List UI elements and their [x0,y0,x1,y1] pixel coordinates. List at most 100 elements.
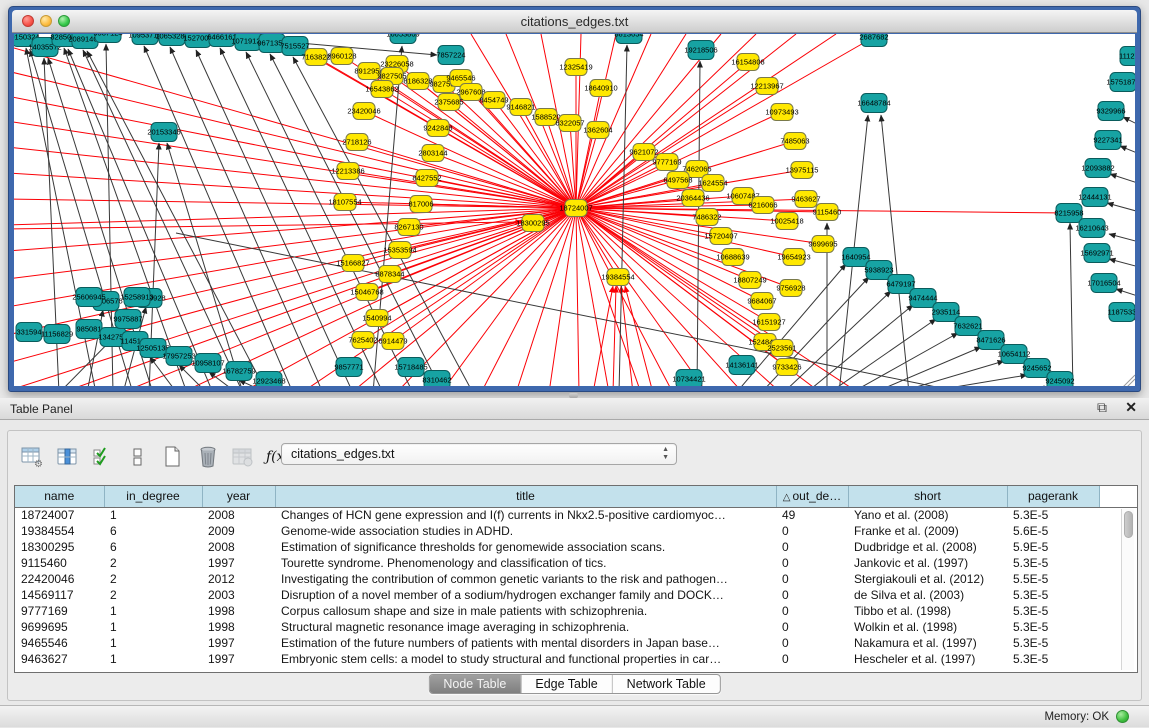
network-node[interactable]: 9756928 [776,280,805,297]
float-window-icon[interactable]: ⧉ [1097,399,1107,416]
tab-node-table[interactable]: Node Table [429,675,520,693]
network-node[interactable]: 8878344 [375,266,404,283]
network-canvas[interactable]: 9150324140355728285041208914069537124109… [14,34,1135,386]
column-header-in_degree[interactable]: in_degree [104,486,202,507]
network-node[interactable]: 6914479 [378,333,407,350]
network-node[interactable]: 1112753 [1119,47,1135,66]
new-document-button[interactable] [160,444,186,470]
table-row[interactable]: 1456911722003Disruption of a novel membe… [15,587,1138,603]
table-row[interactable]: 946362711997Embryonic stem cells: a mode… [15,651,1138,667]
network-node[interactable]: 8186328 [403,73,432,90]
network-window-titlebar[interactable]: citations_edges.txt [12,10,1137,33]
network-node[interactable]: 6322057 [555,115,584,132]
network-node[interactable]: 8310462 [422,371,451,387]
column-header-pagerank[interactable]: pagerank [1007,486,1099,507]
column-header-short[interactable]: short [848,486,1007,507]
table-select-dropdown[interactable]: citations_edges.txt ▲▼ [281,443,677,465]
delete-trash-button[interactable] [195,444,221,470]
network-node[interactable]: 7486322 [692,209,721,226]
network-node[interactable]: 15751874 [1106,73,1135,92]
table-row[interactable]: 977716911998Corpus callosum shape and si… [15,603,1138,619]
tab-edge-table[interactable]: Edge Table [520,675,611,693]
close-icon[interactable]: ✕ [1125,399,1137,416]
tab-network-table[interactable]: Network Table [612,675,720,693]
scrollbar-thumb[interactable] [1124,511,1133,538]
network-node[interactable]: 6497568 [663,172,692,189]
network-node[interactable]: 23420046 [347,103,380,120]
network-node[interactable]: 2803144 [418,145,447,162]
network-node[interactable]: 15166827 [336,255,369,272]
network-node[interactable]: 9975887 [113,310,142,329]
network-node[interactable]: 6216066 [748,197,777,214]
network-node[interactable]: 1187533 [1108,303,1135,322]
network-node[interactable]: 7632621 [953,317,982,336]
network-node[interactable]: 19654923 [777,249,810,266]
network-node[interactable]: 8471626 [976,331,1005,350]
network-node[interactable]: 9733426 [772,359,801,376]
network-node[interactable]: 9245092 [1045,372,1074,387]
network-node[interactable]: 17016504 [1087,274,1120,293]
network-node[interactable]: 25606945 [72,288,105,307]
network-node[interactable]: 9684067 [747,293,776,310]
network-node[interactable]: 9537124 [93,34,122,43]
window-resize-grip[interactable] [1123,375,1135,386]
network-node[interactable]: 9777169 [652,154,681,171]
network-node[interactable]: 9699695 [808,236,837,253]
network-node[interactable]: 10958107 [191,354,224,373]
network-node[interactable]: 1624554 [698,175,727,192]
row-selection-button[interactable] [90,444,116,470]
network-node[interactable]: 12923468 [252,372,285,387]
network-node[interactable]: 18807249 [733,272,766,289]
network-node[interactable]: 2375685 [434,94,463,111]
delete-table-disabled-button[interactable] [230,444,256,470]
table-row[interactable]: 911546021997Tourette syndrome. Phenomeno… [15,555,1138,571]
network-node[interactable]: 16053809 [386,34,419,44]
network-node[interactable]: 331594 [16,323,42,342]
network-node[interactable]: 2523561 [767,340,796,357]
network-node[interactable]: 16151927 [752,314,785,331]
table-row[interactable]: 2242004622012Investigating the contribut… [15,571,1138,587]
network-node[interactable]: 8427552 [412,170,441,187]
select-columns-button[interactable] [55,444,81,470]
network-node[interactable]: 817006 [408,196,433,213]
network-node[interactable]: 9115460 [813,204,842,221]
network-node[interactable]: 15720407 [704,228,737,245]
network-node[interactable]: 7485063 [780,133,809,150]
network-node[interactable]: 2687682 [859,34,888,47]
network-node[interactable]: 10025418 [770,213,803,230]
network-node[interactable]: 9857771 [334,358,363,377]
table-row[interactable]: 946554611997Estimation of the future num… [15,635,1138,651]
table-row[interactable]: 1938455462009Genome-wide association stu… [15,523,1138,539]
network-node[interactable]: 15353594 [383,242,416,259]
table-row[interactable]: 969969511998Structural magnetic resonanc… [15,619,1138,635]
rows-button[interactable] [125,444,151,470]
network-node[interactable]: 16154808 [731,54,764,71]
network-node[interactable]: 18107554 [328,194,361,211]
network-node[interactable]: 18640910 [584,80,617,97]
network-node[interactable]: 15718485 [394,358,427,377]
table-row[interactable]: 1830029562008Estimation of significance … [15,539,1138,555]
network-node[interactable]: 13975115 [786,162,819,179]
network-node[interactable]: 20153346 [147,123,180,142]
network-node[interactable]: 14136141 [725,356,758,375]
network-node[interactable]: 10688639 [716,249,749,266]
network-node[interactable]: 2718126 [342,134,371,151]
network-node[interactable]: 12093882 [1081,159,1114,178]
column-header-out_de[interactable]: △out_de… [776,486,848,507]
network-node[interactable]: 7625402 [348,332,377,349]
network-node[interactable]: 7857224 [436,46,465,65]
network-node[interactable]: 9242848 [423,120,452,137]
network-node[interactable]: 10734421 [672,370,705,387]
network-node[interactable]: 9329966 [1096,102,1125,121]
network-node[interactable]: 12444131 [1078,188,1111,207]
memory-status-indicator-icon[interactable] [1116,710,1129,723]
network-node[interactable]: 8215958 [1054,204,1083,223]
network-node[interactable]: 8813054 [614,34,643,44]
vertical-scrollbar[interactable] [1121,509,1134,670]
network-node[interactable]: 8267130 [394,219,423,236]
network-node[interactable]: 12325419 [559,59,592,76]
network-node[interactable]: 7163822 [301,49,330,66]
network-node[interactable]: 9227341 [1093,131,1122,150]
network-node[interactable]: 9463627 [791,191,820,208]
network-node[interactable]: 9474444 [908,289,937,308]
